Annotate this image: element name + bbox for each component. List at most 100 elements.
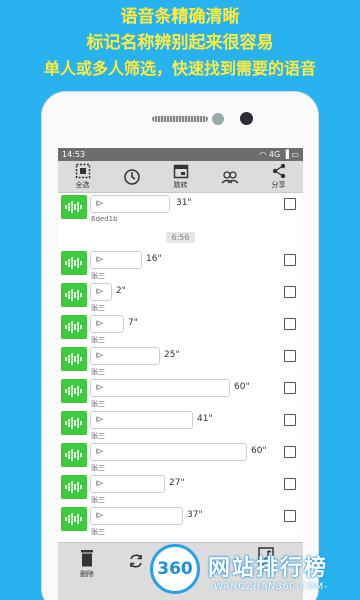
delete-label: 删除 bbox=[80, 570, 94, 578]
calendar-icon bbox=[173, 164, 188, 179]
voice-bubble[interactable]: ⧐ bbox=[90, 283, 112, 301]
select-checkbox[interactable] bbox=[284, 198, 296, 210]
sender-name: 张三 bbox=[91, 304, 105, 312]
voice-bubble[interactable]: ⧐ bbox=[90, 507, 183, 525]
sound-icon: ⧐ bbox=[95, 255, 104, 265]
network-label: 4G bbox=[268, 150, 281, 159]
select-checkbox[interactable] bbox=[284, 414, 296, 426]
voice-duration: 16" bbox=[146, 254, 162, 264]
top-toolbar: 全选 跳转 分享 bbox=[58, 161, 303, 193]
select-all-icon bbox=[75, 163, 90, 179]
share-button[interactable]: 分享 bbox=[259, 163, 299, 190]
jump-button[interactable]: 跳转 bbox=[161, 163, 201, 190]
voice-duration: 25" bbox=[164, 350, 180, 360]
voice-message[interactable]: ⧐ 37" 张三 bbox=[58, 505, 303, 537]
voice-message[interactable]: ⧐ 16" 张三 bbox=[58, 249, 303, 281]
voice-bubble[interactable]: ⧐ bbox=[90, 475, 165, 493]
voice-duration: 2" bbox=[116, 286, 126, 296]
voice-message[interactable]: ⧐ 7" 张三 bbox=[58, 313, 303, 345]
voice-avatar bbox=[61, 347, 87, 371]
voice-message[interactable]: ⧐ 60" 张三 bbox=[58, 377, 303, 409]
voice-avatar bbox=[61, 411, 87, 435]
sender-name: 6ded1b bbox=[91, 215, 118, 223]
waveform-icon bbox=[65, 513, 82, 525]
voice-duration: 31" bbox=[176, 198, 192, 208]
people-filter-button[interactable] bbox=[210, 169, 250, 185]
sender-name: 张三 bbox=[91, 496, 105, 504]
waveform-icon bbox=[65, 481, 82, 493]
voice-avatar bbox=[61, 251, 87, 275]
voice-bubble[interactable]: ⧐ bbox=[90, 251, 142, 269]
sound-icon: ⧐ bbox=[95, 199, 104, 209]
voice-message[interactable]: ⧐ 41" 张三 bbox=[58, 409, 303, 441]
select-all-label: 全选 bbox=[75, 181, 90, 189]
voice-avatar bbox=[61, 315, 87, 339]
select-checkbox[interactable] bbox=[284, 446, 296, 458]
time-separator: 6:56 bbox=[58, 225, 303, 249]
voice-duration: 41" bbox=[197, 414, 213, 424]
waveform-icon bbox=[65, 321, 82, 333]
voice-bubble[interactable]: ⧐ bbox=[90, 443, 247, 461]
jump-label: 跳转 bbox=[173, 181, 188, 189]
people-icon bbox=[221, 170, 238, 183]
voice-bubble[interactable]: ⧐ bbox=[90, 195, 170, 213]
waveform-icon bbox=[65, 353, 82, 365]
sender-name: 张三 bbox=[91, 432, 105, 440]
voice-message[interactable]: ⧐ 27" 张三 bbox=[58, 473, 303, 505]
delete-button[interactable]: 删除 bbox=[80, 549, 94, 579]
watermark-logo: 360 bbox=[150, 544, 200, 594]
waveform-icon bbox=[65, 417, 82, 429]
time-filter-button[interactable] bbox=[112, 168, 152, 186]
sensor bbox=[212, 113, 224, 125]
select-checkbox[interactable] bbox=[284, 510, 296, 522]
status-bar: 14:53 ◠ 4G ▐ ▭ bbox=[58, 148, 303, 161]
waveform-icon bbox=[65, 449, 82, 461]
voice-message-first[interactable]: ⧐ 31" 6ded1b bbox=[58, 193, 303, 225]
select-checkbox[interactable] bbox=[284, 318, 296, 330]
sound-icon: ⧐ bbox=[95, 479, 104, 489]
clock-icon bbox=[123, 168, 140, 185]
sound-icon: ⧐ bbox=[95, 383, 104, 393]
sound-icon: ⧐ bbox=[95, 351, 104, 361]
select-checkbox[interactable] bbox=[284, 254, 296, 266]
voice-bubble[interactable]: ⧐ bbox=[90, 315, 124, 333]
sender-name: 张三 bbox=[91, 464, 105, 472]
voice-duration: 27" bbox=[169, 478, 185, 488]
voice-duration: 37" bbox=[187, 510, 203, 520]
speaker-grille bbox=[152, 116, 208, 122]
voice-avatar bbox=[61, 475, 87, 499]
select-checkbox[interactable] bbox=[284, 382, 296, 394]
voice-bubble[interactable]: ⧐ bbox=[90, 379, 230, 397]
share-icon bbox=[272, 163, 285, 179]
voice-message-items: ⧐ 16" 张三 ⧐ 2" 张三 ⧐ 7" 张三 ⧐ 25" 张三 ⧐ 60" 张三 ⧐ 41" 张三 ⧐ 60" 张三… bbox=[58, 249, 303, 537]
sound-icon: ⧐ bbox=[95, 447, 104, 457]
voice-message[interactable]: ⧐ 60" 张三 bbox=[58, 441, 303, 473]
select-checkbox[interactable] bbox=[284, 286, 296, 298]
select-all-button[interactable]: 全选 bbox=[63, 163, 103, 190]
voice-message[interactable]: ⧐ 25" 张三 bbox=[58, 345, 303, 377]
sound-icon: ⧐ bbox=[95, 415, 104, 425]
waveform-icon bbox=[65, 289, 82, 301]
voice-duration: 60" bbox=[234, 382, 250, 392]
time-separator-label: 6:56 bbox=[165, 232, 196, 243]
app-screen: 14:53 ◠ 4G ▐ ▭ 全选 跳转 分享 ⧐ 31" 6ded1b 6:5… bbox=[58, 148, 303, 600]
trash-icon bbox=[81, 550, 93, 567]
voice-message[interactable]: ⧐ 2" 张三 bbox=[58, 281, 303, 313]
refresh-icon bbox=[130, 554, 142, 568]
sender-name: 张三 bbox=[91, 336, 105, 344]
share-label: 分享 bbox=[271, 181, 286, 189]
voice-avatar bbox=[61, 507, 87, 531]
watermark: 360 网站排行榜 -WANGZHAN360.COM- bbox=[150, 544, 360, 600]
signal-icon: ▐ bbox=[282, 150, 289, 159]
status-time: 14:53 bbox=[62, 150, 86, 159]
voice-bubble[interactable]: ⧐ bbox=[90, 411, 193, 429]
select-checkbox[interactable] bbox=[284, 350, 296, 362]
voice-bubble[interactable]: ⧐ bbox=[90, 347, 160, 365]
select-checkbox[interactable] bbox=[284, 478, 296, 490]
sender-name: 张三 bbox=[91, 528, 105, 536]
sender-name: 张三 bbox=[91, 368, 105, 376]
watermark-url: -WANGZHAN360.COM- bbox=[210, 582, 329, 592]
voice-avatar bbox=[61, 283, 87, 307]
voice-avatar bbox=[61, 443, 87, 467]
refresh-button[interactable] bbox=[128, 553, 144, 569]
